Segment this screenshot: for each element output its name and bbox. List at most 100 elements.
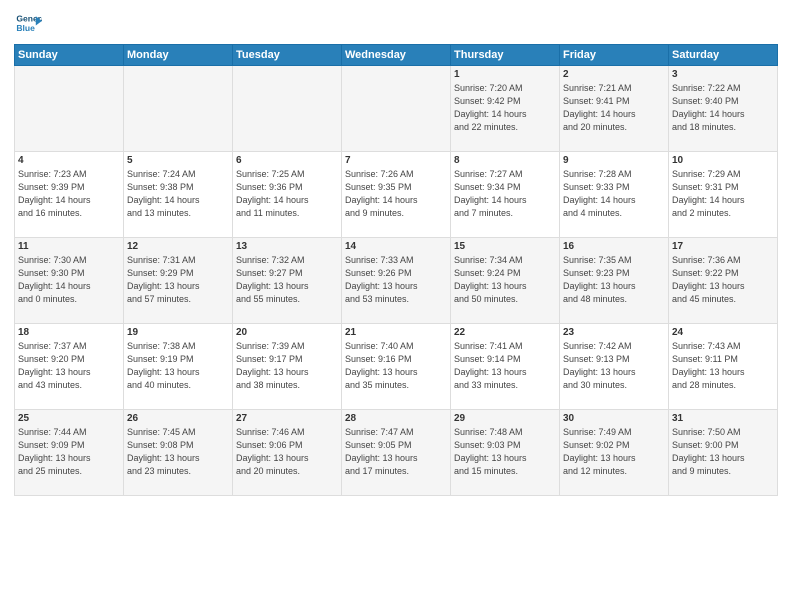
- day-info: Sunrise: 7:40 AMSunset: 9:16 PMDaylight:…: [345, 340, 447, 392]
- day-number: 1: [454, 69, 556, 80]
- day-number: 4: [18, 155, 120, 166]
- page-header: General Blue: [14, 10, 778, 38]
- day-cell-21: 21 Sunrise: 7:40 AMSunset: 9:16 PMDayligh…: [342, 324, 451, 410]
- day-info: Sunrise: 7:44 AMSunset: 9:09 PMDaylight:…: [18, 426, 120, 478]
- day-number: 8: [454, 155, 556, 166]
- day-number: 25: [18, 413, 120, 424]
- day-number: 17: [672, 241, 774, 252]
- day-number: 11: [18, 241, 120, 252]
- day-cell-5: 5 Sunrise: 7:24 AMSunset: 9:38 PMDaylight…: [124, 152, 233, 238]
- day-cell-3: 3Sunrise: 7:22 AMSunset: 9:40 PMDaylight…: [669, 66, 778, 152]
- day-info: Sunrise: 7:28 AMSunset: 9:33 PMDaylight:…: [563, 168, 665, 220]
- day-number: 10: [672, 155, 774, 166]
- day-number: 12: [127, 241, 229, 252]
- logo-icon: General Blue: [14, 10, 42, 38]
- day-number: 6: [236, 155, 338, 166]
- calendar-table: SundayMondayTuesdayWednesdayThursdayFrid…: [14, 44, 778, 496]
- day-number: 28: [345, 413, 447, 424]
- day-number: 16: [563, 241, 665, 252]
- day-number: 2: [563, 69, 665, 80]
- day-cell-14: 14 Sunrise: 7:33 AMSunset: 9:26 PMDayligh…: [342, 238, 451, 324]
- day-info: Sunrise: 7:47 AMSunset: 9:05 PMDaylight:…: [345, 426, 447, 478]
- day-cell-16: 16 Sunrise: 7:35 AMSunset: 9:23 PMDayligh…: [560, 238, 669, 324]
- day-cell-23: 23 Sunrise: 7:42 AMSunset: 9:13 PMDayligh…: [560, 324, 669, 410]
- weekday-sunday: Sunday: [15, 45, 124, 66]
- day-info: Sunrise: 7:20 AMSunset: 9:42 PMDaylight:…: [454, 82, 556, 134]
- day-info: Sunrise: 7:41 AMSunset: 9:14 PMDaylight:…: [454, 340, 556, 392]
- day-cell-2: 2 Sunrise: 7:21 AMSunset: 9:41 PMDaylight…: [560, 66, 669, 152]
- day-cell-7: 7 Sunrise: 7:26 AMSunset: 9:35 PMDaylight…: [342, 152, 451, 238]
- week-row-3: 11 Sunrise: 7:30 AMSunset: 9:30 PMDayligh…: [15, 238, 778, 324]
- day-info: Sunrise: 7:34 AMSunset: 9:24 PMDaylight:…: [454, 254, 556, 306]
- week-row-2: 4 Sunrise: 7:23 AMSunset: 9:39 PMDaylight…: [15, 152, 778, 238]
- day-cell-6: 6 Sunrise: 7:25 AMSunset: 9:36 PMDaylight…: [233, 152, 342, 238]
- day-number: 14: [345, 241, 447, 252]
- day-cell-18: 18Sunrise: 7:37 AMSunset: 9:20 PMDayligh…: [15, 324, 124, 410]
- day-number: 3: [672, 69, 774, 80]
- day-info: Sunrise: 7:29 AMSunset: 9:31 PMDaylight:…: [672, 168, 774, 220]
- day-info: Sunrise: 7:43 AMSunset: 9:11 PMDaylight:…: [672, 340, 774, 392]
- day-number: 31: [672, 413, 774, 424]
- day-number: 26: [127, 413, 229, 424]
- day-info: Sunrise: 7:36 AMSunset: 9:22 PMDaylight:…: [672, 254, 774, 306]
- weekday-saturday: Saturday: [669, 45, 778, 66]
- day-number: 20: [236, 327, 338, 338]
- day-info: Sunrise: 7:25 AMSunset: 9:36 PMDaylight:…: [236, 168, 338, 220]
- day-cell-26: 26 Sunrise: 7:45 AMSunset: 9:08 PMDayligh…: [124, 410, 233, 496]
- day-info: Sunrise: 7:21 AMSunset: 9:41 PMDaylight:…: [563, 82, 665, 134]
- day-cell-13: 13Sunrise: 7:32 AMSunset: 9:27 PMDayligh…: [233, 238, 342, 324]
- weekday-friday: Friday: [560, 45, 669, 66]
- empty-cell: [342, 66, 451, 152]
- week-row-1: 1 Sunrise: 7:20 AMSunset: 9:42 PMDaylight…: [15, 66, 778, 152]
- day-number: 24: [672, 327, 774, 338]
- day-cell-8: 8 Sunrise: 7:27 AMSunset: 9:34 PMDaylight…: [451, 152, 560, 238]
- empty-cell: [233, 66, 342, 152]
- day-info: Sunrise: 7:27 AMSunset: 9:34 PMDaylight:…: [454, 168, 556, 220]
- day-info: Sunrise: 7:23 AMSunset: 9:39 PMDaylight:…: [18, 168, 120, 220]
- day-number: 23: [563, 327, 665, 338]
- day-info: Sunrise: 7:26 AMSunset: 9:35 PMDaylight:…: [345, 168, 447, 220]
- day-info: Sunrise: 7:32 AMSunset: 9:27 PMDaylight:…: [236, 254, 338, 306]
- day-number: 9: [563, 155, 665, 166]
- day-cell-31: 31 Sunrise: 7:50 AMSunset: 9:00 PMDayligh…: [669, 410, 778, 496]
- svg-text:Blue: Blue: [16, 23, 35, 33]
- day-number: 30: [563, 413, 665, 424]
- day-number: 15: [454, 241, 556, 252]
- day-info: Sunrise: 7:46 AMSunset: 9:06 PMDaylight:…: [236, 426, 338, 478]
- day-info: Sunrise: 7:48 AMSunset: 9:03 PMDaylight:…: [454, 426, 556, 478]
- day-number: 18: [18, 327, 120, 338]
- day-info: Sunrise: 7:39 AMSunset: 9:17 PMDaylight:…: [236, 340, 338, 392]
- logo: General Blue: [14, 10, 42, 38]
- week-row-4: 18Sunrise: 7:37 AMSunset: 9:20 PMDayligh…: [15, 324, 778, 410]
- day-cell-24: 24 Sunrise: 7:43 AMSunset: 9:11 PMDayligh…: [669, 324, 778, 410]
- day-number: 21: [345, 327, 447, 338]
- day-info: Sunrise: 7:35 AMSunset: 9:23 PMDaylight:…: [563, 254, 665, 306]
- day-info: Sunrise: 7:33 AMSunset: 9:26 PMDaylight:…: [345, 254, 447, 306]
- day-number: 22: [454, 327, 556, 338]
- day-number: 29: [454, 413, 556, 424]
- day-cell-10: 10 Sunrise: 7:29 AMSunset: 9:31 PMDayligh…: [669, 152, 778, 238]
- day-cell-30: 30 Sunrise: 7:49 AMSunset: 9:02 PMDayligh…: [560, 410, 669, 496]
- week-row-5: 25 Sunrise: 7:44 AMSunset: 9:09 PMDayligh…: [15, 410, 778, 496]
- day-number: 7: [345, 155, 447, 166]
- weekday-thursday: Thursday: [451, 45, 560, 66]
- day-info: Sunrise: 7:24 AMSunset: 9:38 PMDaylight:…: [127, 168, 229, 220]
- day-info: Sunrise: 7:49 AMSunset: 9:02 PMDaylight:…: [563, 426, 665, 478]
- weekday-tuesday: Tuesday: [233, 45, 342, 66]
- day-cell-17: 17 Sunrise: 7:36 AMSunset: 9:22 PMDayligh…: [669, 238, 778, 324]
- day-info: Sunrise: 7:45 AMSunset: 9:08 PMDaylight:…: [127, 426, 229, 478]
- day-cell-22: 22 Sunrise: 7:41 AMSunset: 9:14 PMDayligh…: [451, 324, 560, 410]
- day-info: Sunrise: 7:42 AMSunset: 9:13 PMDaylight:…: [563, 340, 665, 392]
- weekday-wednesday: Wednesday: [342, 45, 451, 66]
- day-cell-1: 1 Sunrise: 7:20 AMSunset: 9:42 PMDaylight…: [451, 66, 560, 152]
- day-cell-9: 9 Sunrise: 7:28 AMSunset: 9:33 PMDaylight…: [560, 152, 669, 238]
- weekday-monday: Monday: [124, 45, 233, 66]
- day-cell-15: 15 Sunrise: 7:34 AMSunset: 9:24 PMDayligh…: [451, 238, 560, 324]
- day-number: 5: [127, 155, 229, 166]
- day-cell-28: 28 Sunrise: 7:47 AMSunset: 9:05 PMDayligh…: [342, 410, 451, 496]
- day-number: 19: [127, 327, 229, 338]
- empty-cell: [15, 66, 124, 152]
- day-info: Sunrise: 7:30 AMSunset: 9:30 PMDaylight:…: [18, 254, 120, 306]
- day-cell-4: 4 Sunrise: 7:23 AMSunset: 9:39 PMDaylight…: [15, 152, 124, 238]
- day-info: Sunrise: 7:50 AMSunset: 9:00 PMDaylight:…: [672, 426, 774, 478]
